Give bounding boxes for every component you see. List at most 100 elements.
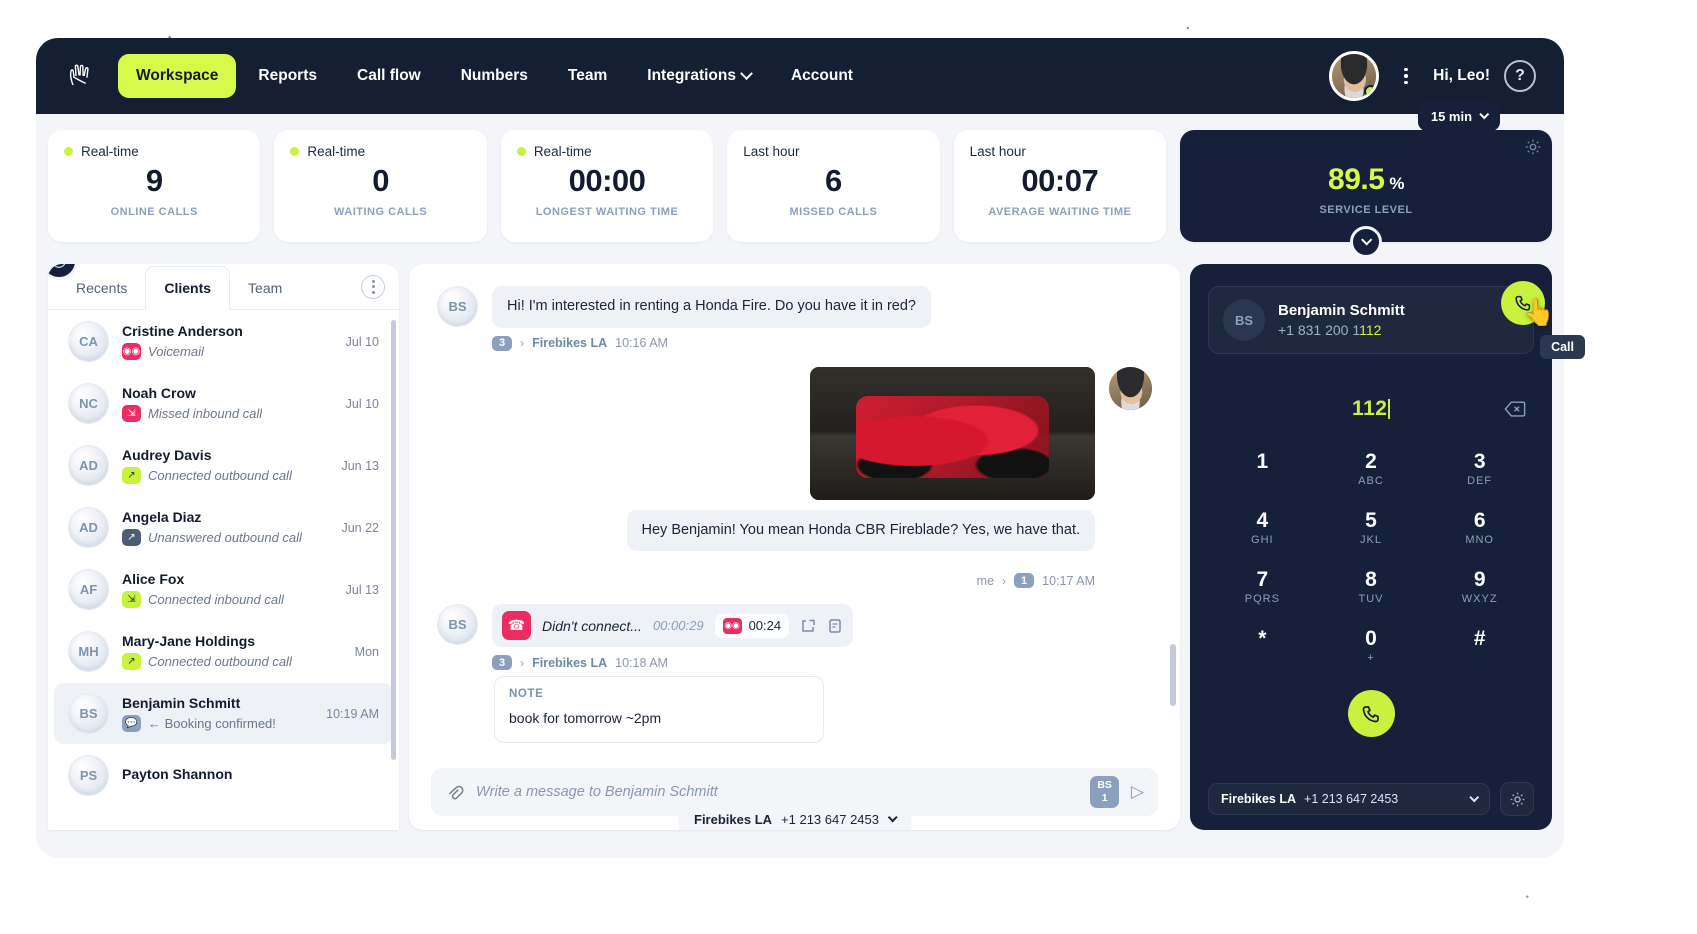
list-item[interactable]: AF Alice Fox ⇲ Connected inbound call Ju…: [54, 559, 393, 620]
nav-item-team[interactable]: AccountTeam: [550, 54, 625, 98]
key-digit: *: [1258, 627, 1267, 651]
stat-card-longest-waiting-time: Real-time 00:00 LONGEST WAITING TIME: [500, 130, 714, 242]
list-item[interactable]: NC Noah Crow ⇲ Missed inbound call Jul 1…: [54, 373, 393, 434]
dialpad-key-hash[interactable]: #: [1425, 623, 1534, 668]
stat-label: AVERAGE WAITING TIME: [988, 206, 1132, 218]
period-selector[interactable]: 15 min: [1417, 102, 1501, 131]
chat-scrollbar-thumb[interactable]: [1170, 644, 1176, 706]
backspace-icon[interactable]: [1504, 400, 1526, 418]
contacts-scrollbar[interactable]: [391, 320, 396, 820]
avatar: CA: [68, 321, 109, 362]
key-digit: 8: [1365, 568, 1377, 592]
text-caret: [1388, 399, 1390, 419]
key-letters: +: [1367, 652, 1375, 665]
contact-time: Jul 13: [345, 582, 379, 597]
list-item[interactable]: AD Angela Diaz ↗ Unanswered outbound cal…: [54, 497, 393, 558]
dialpad-display[interactable]: 112: [1208, 392, 1534, 426]
inbound-arrow-icon: ⇲: [122, 591, 141, 608]
stat-card-service-level: 15 min 89.5% SERVICE LEVEL: [1180, 102, 1553, 258]
attachment-icon[interactable]: [445, 783, 464, 802]
hand-logo-icon[interactable]: [58, 54, 104, 98]
chevron-right-icon: ›: [520, 336, 525, 351]
avatar: [1109, 366, 1152, 410]
help-icon[interactable]: ?: [1504, 60, 1536, 92]
user-avatar[interactable]: [1329, 51, 1380, 101]
contact-status: Connected inbound call: [148, 592, 284, 607]
contact-status: Missed inbound call: [148, 406, 263, 421]
place-call-button[interactable]: [1347, 690, 1395, 738]
dialpad-key-9[interactable]: 9 WXYZ: [1425, 564, 1534, 609]
nav-item-integrations[interactable]: Integrations: [629, 54, 769, 98]
scrollbar-thumb[interactable]: [391, 320, 396, 760]
list-item[interactable]: AD Audrey Davis ↗ Connected outbound cal…: [54, 435, 393, 496]
composer-area: BS 1 ▷ Firebikes LA +1 213 647 2453: [409, 768, 1180, 830]
more-options-icon[interactable]: [1393, 63, 1419, 89]
dialpad-key-star[interactable]: *: [1208, 623, 1317, 668]
contact-status-row: 💬 ← Booking confirmed!: [122, 715, 313, 732]
number-prefix: +1 831 200 1: [1278, 322, 1360, 338]
stat-card-waiting-calls: Real-time 0 WAITING CALLS: [274, 130, 487, 242]
from-label: Firebikes LA: [1221, 792, 1297, 806]
dialpad-key-7[interactable]: 7 PQRS: [1208, 564, 1317, 609]
nav-item-account[interactable]: Account: [773, 54, 871, 98]
contact-name: Angela Diaz: [122, 509, 202, 525]
key-letters: JKL: [1360, 534, 1382, 547]
tab-clients[interactable]: Clients: [145, 265, 231, 310]
contact-status: Unanswered outbound call: [148, 530, 302, 545]
key-letters: MNO: [1465, 534, 1494, 547]
message-input[interactable]: [476, 784, 1079, 800]
nav-label: Integrations: [647, 67, 736, 84]
tab-team[interactable]: Team: [230, 267, 300, 309]
stat-period-label: Real-time: [81, 144, 139, 159]
voicemail-chip[interactable]: ◉◉ 00:24: [714, 613, 790, 638]
key-letters: GHI: [1251, 534, 1274, 547]
send-icon[interactable]: ▷: [1131, 782, 1144, 802]
avatar: AD: [68, 445, 109, 486]
stat-value: 9: [145, 163, 163, 198]
composer-from-selector[interactable]: Firebikes LA +1 213 647 2453: [678, 805, 911, 830]
message-call-record: BS ☎ Didn't connect... 00:00:29 ◉◉ 00:24: [437, 604, 1152, 671]
dialpad-key-8[interactable]: 8 TUV: [1317, 564, 1426, 609]
gear-icon[interactable]: [1524, 138, 1542, 156]
transcript-icon[interactable]: [827, 618, 843, 634]
list-item[interactable]: PS Payton Shannon: [54, 745, 393, 806]
motorcycle-photo[interactable]: [810, 366, 1095, 500]
contact-status: Voicemail: [148, 344, 204, 359]
stat-period-label: Real-time: [307, 144, 366, 159]
nav-item-workspace[interactable]: Workspace: [118, 54, 237, 98]
dialpad-key-2[interactable]: 2 ABC: [1317, 446, 1426, 491]
call-duration: 00:00:29: [652, 618, 704, 634]
nav-item-reports[interactable]: Reports: [240, 54, 335, 98]
contacts-more-icon[interactable]: [361, 274, 385, 299]
list-item[interactable]: CA Cristine Anderson ◉◉ Voicemail Jul 10: [54, 311, 393, 372]
dialpad-contact-card[interactable]: BS Benjamin Schmitt +1 831 200 1112 👆 Ca…: [1208, 281, 1585, 359]
list-item-selected[interactable]: BS Benjamin Schmitt 💬 ← Booking confirme…: [54, 683, 393, 744]
dialpad-settings-icon[interactable]: [1500, 782, 1534, 816]
dialpad-key-0[interactable]: 0 +: [1317, 623, 1426, 668]
key-digit: 6: [1473, 509, 1486, 533]
nav-label: Numbers: [460, 67, 528, 84]
dialpad-from-selector[interactable]: Firebikes LA +1 213 647 2453: [1208, 783, 1490, 815]
open-external-icon[interactable]: [800, 618, 816, 634]
dialpad-key-6[interactable]: 6 MNO: [1425, 505, 1534, 550]
list-item[interactable]: MH Mary-Jane Holdings ↗ Connected outbou…: [54, 621, 393, 682]
dialpad-key-5[interactable]: 5 JKL: [1317, 505, 1426, 550]
dialpad-contact-info: Benjamin Schmitt +1 831 200 1112: [1278, 302, 1405, 338]
contact-name: Benjamin Schmitt: [122, 695, 241, 711]
dialpad-key-4[interactable]: 4 GHI: [1208, 505, 1317, 550]
dialpad-key-3[interactable]: 3 DEF: [1425, 446, 1534, 491]
nav-item-numbers[interactable]: Numbers: [443, 54, 546, 98]
nav-item-call-flow[interactable]: Call flow: [339, 54, 439, 98]
key-digit: #: [1473, 627, 1486, 651]
chevron-right-icon: ›: [520, 655, 525, 670]
call-contact-button[interactable]: [1501, 281, 1545, 325]
sender-initials: BS: [1097, 778, 1112, 791]
stat-value: 0: [372, 163, 389, 198]
note-card[interactable]: NOTE book for tomorrow ~2pm: [494, 676, 824, 744]
sender-label: me: [976, 573, 995, 588]
contact-info: Payton Shannon: [122, 766, 379, 786]
dialpad-key-1[interactable]: 1: [1208, 446, 1317, 491]
contact-status: ← Booking confirmed!: [148, 716, 276, 731]
call-card[interactable]: ☎ Didn't connect... 00:00:29 ◉◉ 00:24: [492, 604, 854, 648]
avatar-image: [1109, 366, 1152, 410]
